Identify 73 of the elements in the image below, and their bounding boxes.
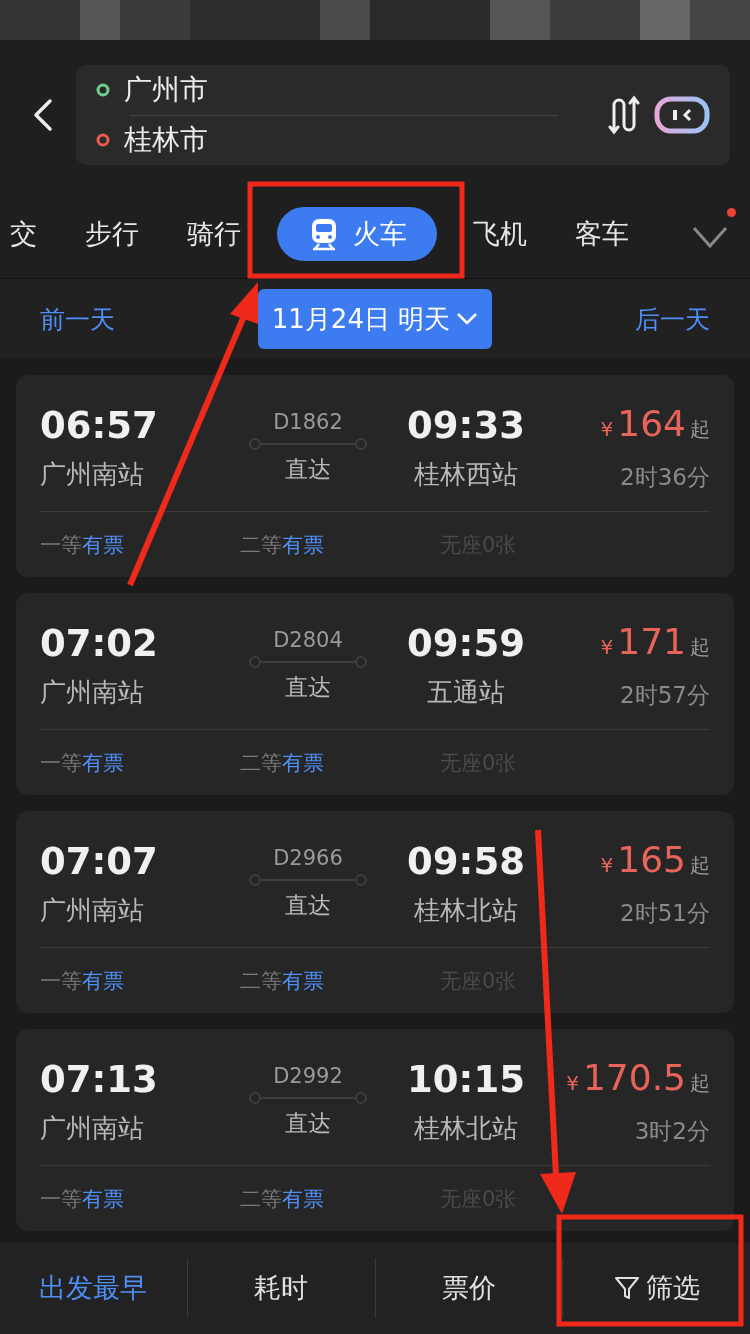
filter-button[interactable]: 筛选 xyxy=(563,1258,750,1318)
duration: 2时57分 xyxy=(620,680,710,710)
price-from-label: 起 xyxy=(690,633,710,661)
seat-availability: 二等有票 xyxy=(240,749,325,777)
departure-time: 07:02 xyxy=(40,621,159,667)
arrival-time: 10:15 xyxy=(407,1057,525,1103)
route-line-icon xyxy=(249,873,367,886)
transport-tab[interactable]: 火车 xyxy=(277,207,437,261)
sort-option[interactable]: 票价 xyxy=(375,1258,564,1318)
origin-field[interactable]: 广州市 xyxy=(124,71,208,109)
sort-option[interactable]: 出发最早 xyxy=(0,1258,188,1318)
price-from-label: 起 xyxy=(690,851,710,879)
seat-availability: 一等有票 xyxy=(40,531,125,559)
price: 164 xyxy=(617,401,686,446)
train-number: D2804 xyxy=(273,627,343,652)
date-picker-button[interactable]: 11月24日 明天 xyxy=(257,289,493,349)
transport-tab[interactable]: 交 xyxy=(0,207,61,261)
transport-tab[interactable]: 客车 xyxy=(551,207,653,261)
chevron-down-icon xyxy=(456,312,479,326)
departure-time: 07:13 xyxy=(40,1057,159,1103)
price: 171 xyxy=(617,619,686,664)
transport-tab[interactable]: 飞机 xyxy=(449,207,551,261)
trip-type: 直达 xyxy=(285,890,331,920)
train-number: D1862 xyxy=(273,409,343,434)
arrival-station: 桂林北站 xyxy=(414,894,518,927)
currency-symbol: ¥ xyxy=(600,851,614,879)
destination-dot-icon xyxy=(96,133,110,147)
arrival-station: 五通站 xyxy=(427,676,505,709)
price: 170.5 xyxy=(582,1055,686,1100)
train-number: D2966 xyxy=(273,845,343,870)
route-line-icon xyxy=(249,655,367,668)
currency-symbol: ¥ xyxy=(600,633,614,661)
duration: 3时2分 xyxy=(634,1116,710,1146)
transport-tab[interactable]: 骑行 xyxy=(163,207,265,261)
departure-station: 广州南站 xyxy=(40,676,145,709)
arrival-station: 桂林西站 xyxy=(414,458,518,491)
departure-station: 广州南站 xyxy=(40,894,145,927)
notification-dot xyxy=(727,208,736,217)
assistant-icon[interactable] xyxy=(654,95,710,135)
seat-availability: 二等有票 xyxy=(240,967,325,995)
departure-station: 广州南站 xyxy=(40,1112,145,1145)
seat-availability: 二等有票 xyxy=(240,531,325,559)
trip-type: 直达 xyxy=(285,1108,331,1138)
currency-symbol: ¥ xyxy=(600,415,614,443)
train-number: D2992 xyxy=(273,1063,343,1088)
destination-field[interactable]: 桂林市 xyxy=(124,121,208,159)
previous-day-link[interactable]: 前一天 xyxy=(40,302,115,336)
route-line-icon xyxy=(249,437,367,450)
price-from-label: 起 xyxy=(690,1069,710,1097)
seat-availability: 一等有票 xyxy=(40,1185,125,1213)
price-from-label: 起 xyxy=(690,415,710,443)
currency-symbol: ¥ xyxy=(566,1069,579,1097)
route-line-icon xyxy=(249,1091,367,1104)
seat-availability: 二等有票 xyxy=(240,1185,325,1213)
departure-time: 06:57 xyxy=(40,403,159,449)
duration: 2时36分 xyxy=(620,462,710,492)
arrival-station: 桂林北站 xyxy=(414,1112,518,1145)
departure-station: 广州南站 xyxy=(40,458,145,491)
transport-tab[interactable]: 步行 xyxy=(61,207,163,261)
origin-dot-icon xyxy=(96,83,110,97)
price: 165 xyxy=(617,837,686,882)
next-day-link[interactable]: 后一天 xyxy=(635,302,710,336)
seat-availability: 一等有票 xyxy=(40,967,125,995)
sort-option[interactable]: 耗时 xyxy=(187,1258,376,1318)
arrival-time: 09:59 xyxy=(407,621,525,667)
trip-type: 直达 xyxy=(285,672,331,702)
arrival-time: 09:58 xyxy=(407,839,525,885)
duration: 2时51分 xyxy=(620,898,710,928)
trip-type: 直达 xyxy=(285,454,331,484)
filter-icon xyxy=(613,1275,640,1301)
departure-time: 07:07 xyxy=(40,839,159,885)
arrival-time: 09:33 xyxy=(407,403,525,449)
seat-availability: 一等有票 xyxy=(40,749,125,777)
